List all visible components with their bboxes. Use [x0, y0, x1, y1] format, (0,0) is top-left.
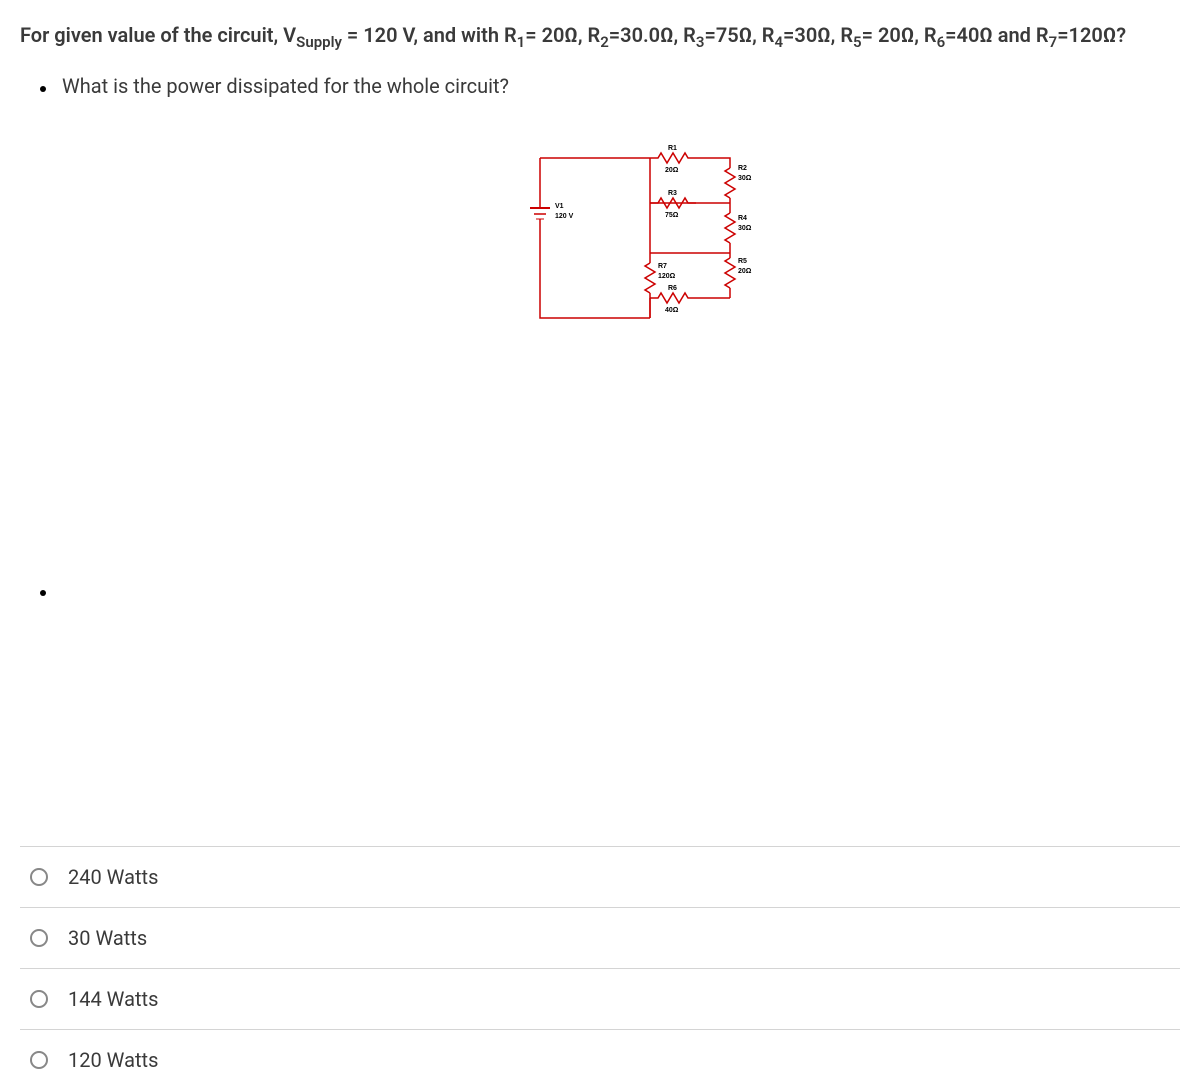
option-row[interactable]: 30 Watts — [20, 907, 1180, 968]
radio-button[interactable] — [30, 929, 48, 947]
bullet-item — [40, 578, 1180, 596]
q-text: =30Ω, R — [783, 23, 853, 47]
r2-label: R2 — [738, 165, 747, 172]
q-text: = 20Ω, R — [862, 23, 937, 47]
q-text: = 120 V, and with R — [342, 23, 517, 47]
q-text: =40Ω and R — [945, 23, 1048, 47]
option-row[interactable]: 120 Watts — [20, 1029, 1180, 1090]
option-label: 240 Watts — [68, 865, 158, 889]
q-text: =30.0Ω, R — [609, 23, 696, 47]
v1-label: V1 — [555, 203, 564, 210]
r6-label: R6 — [668, 285, 677, 292]
q-sub: 2 — [600, 33, 609, 51]
q-sub: 7 — [1049, 33, 1058, 51]
r5-label: R5 — [738, 258, 747, 265]
option-label: 144 Watts — [68, 987, 158, 1011]
q-text: = 20Ω, R — [525, 23, 600, 47]
radio-button[interactable] — [30, 868, 48, 886]
r3-label: R3 — [668, 190, 677, 197]
q-text: =120Ω? — [1057, 23, 1126, 47]
circuit-diagram: V1 120 V R1 20Ω R2 30Ω R3 75Ω R4 30Ω R5 … — [500, 128, 820, 348]
sub-question-text: What is the power dissipated for the who… — [62, 74, 509, 98]
option-label: 30 Watts — [68, 926, 147, 950]
bullet-dot-icon — [40, 590, 46, 596]
r1-value: 20Ω — [665, 167, 679, 174]
radio-button[interactable] — [30, 990, 48, 1008]
answer-options: 240 Watts 30 Watts 144 Watts 120 Watts — [0, 846, 1200, 1090]
blank-bullet-section — [0, 568, 1200, 596]
option-row[interactable]: 144 Watts — [20, 968, 1180, 1029]
r4-label: R4 — [738, 215, 747, 222]
r7-label: R7 — [658, 263, 667, 270]
q-sub: 5 — [853, 33, 862, 51]
r6-value: 40Ω — [665, 307, 679, 314]
q-sub: 4 — [774, 33, 783, 51]
bullet-item: What is the power dissipated for the who… — [40, 74, 1180, 98]
q-text: =75Ω, R — [704, 23, 774, 47]
r2-value: 30Ω — [738, 175, 752, 182]
q-sub: 6 — [937, 33, 946, 51]
bullet-dot-icon — [40, 86, 46, 92]
option-label: 120 Watts — [68, 1048, 158, 1072]
v1-value: 120 V — [555, 213, 574, 220]
q-text: For given value of the circuit, V — [20, 23, 296, 47]
r4-value: 30Ω — [738, 225, 752, 232]
q-sub: Supply — [296, 33, 342, 51]
r5-value: 20Ω — [738, 268, 752, 275]
r7-value: 120Ω — [658, 273, 676, 280]
question-stem: For given value of the circuit, VSupply … — [0, 0, 1200, 64]
r3-value: 75Ω — [665, 212, 679, 219]
option-row[interactable]: 240 Watts — [20, 846, 1180, 907]
r1-label: R1 — [668, 145, 677, 152]
circuit-svg: V1 120 V R1 20Ω R2 30Ω R3 75Ω R4 30Ω R5 … — [500, 128, 820, 348]
sub-question-section: What is the power dissipated for the who… — [0, 64, 1200, 98]
radio-button[interactable] — [30, 1051, 48, 1069]
q-sub: 1 — [517, 33, 526, 51]
